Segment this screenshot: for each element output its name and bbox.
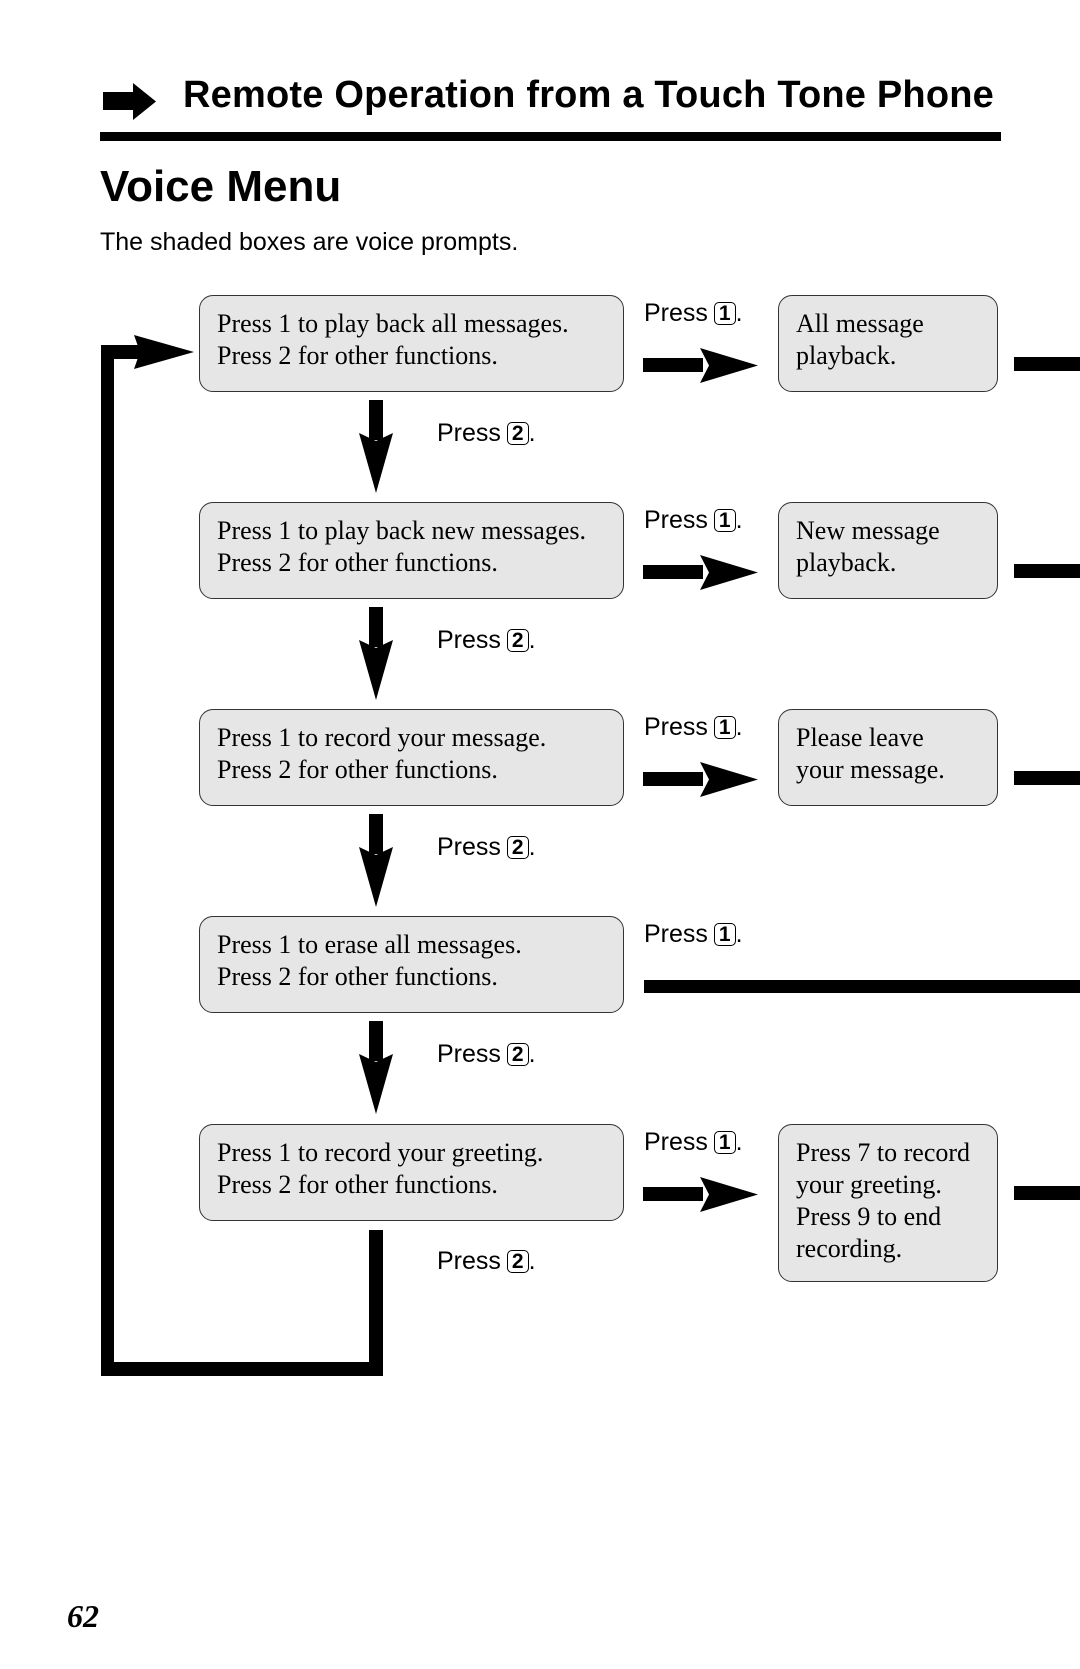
header-rule: [100, 132, 1001, 141]
period: .: [528, 1247, 536, 1275]
period: .: [528, 419, 536, 447]
voice-prompt-box: Press 1 to record your greeting. Press 2…: [199, 1124, 624, 1221]
press-1-label: Press 1.: [644, 1129, 743, 1155]
continuation-line: [1014, 357, 1080, 371]
right-arrow: [643, 555, 758, 590]
section-header-title: Remote Operation from a Touch Tone Phone: [183, 74, 994, 116]
right-arrow: [643, 348, 758, 383]
voice-prompt-box: Press 1 to play back all messages. Press…: [199, 295, 624, 392]
prompt-line-1: Press 1 to record your message.: [217, 723, 547, 752]
press-2-label: Press 2.: [437, 627, 536, 653]
period: .: [528, 1040, 536, 1068]
result-line-2: your message.: [796, 755, 945, 784]
press-word: Press: [644, 506, 708, 534]
key-2-icon: 2: [506, 629, 529, 652]
period: .: [735, 713, 743, 741]
press-word: Press: [644, 1128, 708, 1156]
prompt-line-2: Press 2 for other functions.: [217, 962, 498, 991]
down-arrow: [359, 1021, 393, 1114]
key-1-icon: 1: [713, 302, 736, 325]
subtitle: The shaded boxes are voice prompts.: [100, 228, 519, 256]
voice-prompt-box: Press 1 to play back new messages. Press…: [199, 502, 624, 599]
press-word: Press: [437, 833, 501, 861]
loop-line-bottom: [101, 1362, 383, 1376]
voice-prompt-box: Press 1 to erase all messages. Press 2 f…: [199, 916, 624, 1013]
result-line-3: Press 9 to end: [796, 1202, 942, 1231]
key-2-icon: 2: [506, 1043, 529, 1066]
press-word: Press: [437, 1040, 501, 1068]
voice-prompt-box: Please leave your message.: [778, 709, 998, 806]
loop-arrow-head: [134, 335, 194, 369]
period: .: [735, 920, 743, 948]
prompt-line-1: Press 1 to record your greeting.: [217, 1138, 544, 1167]
voice-prompt-box: Press 1 to record your message. Press 2 …: [199, 709, 624, 806]
press-1-label: Press 1.: [644, 714, 743, 740]
continuation-line: [1014, 564, 1080, 578]
prompt-line-1: Press 1 to erase all messages.: [217, 930, 522, 959]
page-title: Voice Menu: [100, 162, 342, 211]
prompt-line-2: Press 2 for other functions.: [217, 755, 498, 784]
loop-line-left: [101, 345, 114, 1376]
press-word: Press: [437, 1247, 501, 1275]
key-1-icon: 1: [713, 923, 736, 946]
prompt-line-2: Press 2 for other functions.: [217, 341, 498, 370]
result-line-4: recording.: [796, 1234, 903, 1263]
press-1-label: Press 1.: [644, 921, 743, 947]
press-word: Press: [644, 920, 708, 948]
press-word: Press: [437, 419, 501, 447]
right-arrow-icon: [103, 83, 156, 120]
period: .: [528, 626, 536, 654]
result-line-2: playback.: [796, 341, 897, 370]
period: .: [735, 299, 743, 327]
period: .: [735, 506, 743, 534]
press-word: Press: [644, 713, 708, 741]
period: .: [528, 833, 536, 861]
voice-prompt-box: All message playback.: [778, 295, 998, 392]
right-arrow: [643, 1177, 758, 1212]
key-2-icon: 2: [506, 1250, 529, 1273]
continuation-line: [1014, 1186, 1080, 1200]
key-1-icon: 1: [713, 716, 736, 739]
down-arrow: [359, 607, 393, 700]
press-2-label: Press 2.: [437, 420, 536, 446]
voice-prompt-box: New message playback.: [778, 502, 998, 599]
result-line-1: Press 7 to record: [796, 1138, 971, 1167]
key-1-icon: 1: [713, 509, 736, 532]
prompt-line-2: Press 2 for other functions.: [217, 548, 498, 577]
continuation-line: [644, 980, 1080, 993]
voice-prompt-box: Press 7 to record your greeting. Press 9…: [778, 1124, 998, 1282]
period: .: [735, 1128, 743, 1156]
key-2-icon: 2: [506, 836, 529, 859]
result-line-1: All message: [796, 309, 924, 338]
page-number: 62: [67, 1598, 99, 1634]
press-word: Press: [437, 626, 501, 654]
prompt-line-1: Press 1 to play back new messages.: [217, 516, 586, 545]
press-2-label: Press 2.: [437, 1041, 536, 1067]
press-2-label: Press 2.: [437, 834, 536, 860]
result-line-2: playback.: [796, 548, 897, 577]
result-line-1: New message: [796, 516, 940, 545]
right-arrow: [643, 762, 758, 797]
result-line-1: Please leave: [796, 723, 924, 752]
result-line-2: your greeting.: [796, 1170, 942, 1199]
press-1-label: Press 1.: [644, 300, 743, 326]
key-1-icon: 1: [713, 1131, 736, 1154]
continuation-line: [1014, 771, 1080, 785]
press-1-label: Press 1.: [644, 507, 743, 533]
key-2-icon: 2: [506, 422, 529, 445]
prompt-line-2: Press 2 for other functions.: [217, 1170, 498, 1199]
prompt-line-1: Press 1 to play back all messages.: [217, 309, 569, 338]
press-word: Press: [644, 299, 708, 327]
press-2-label: Press 2.: [437, 1248, 536, 1274]
down-arrow: [359, 400, 393, 493]
loop-line-right: [369, 1230, 383, 1376]
down-arrow: [359, 814, 393, 907]
